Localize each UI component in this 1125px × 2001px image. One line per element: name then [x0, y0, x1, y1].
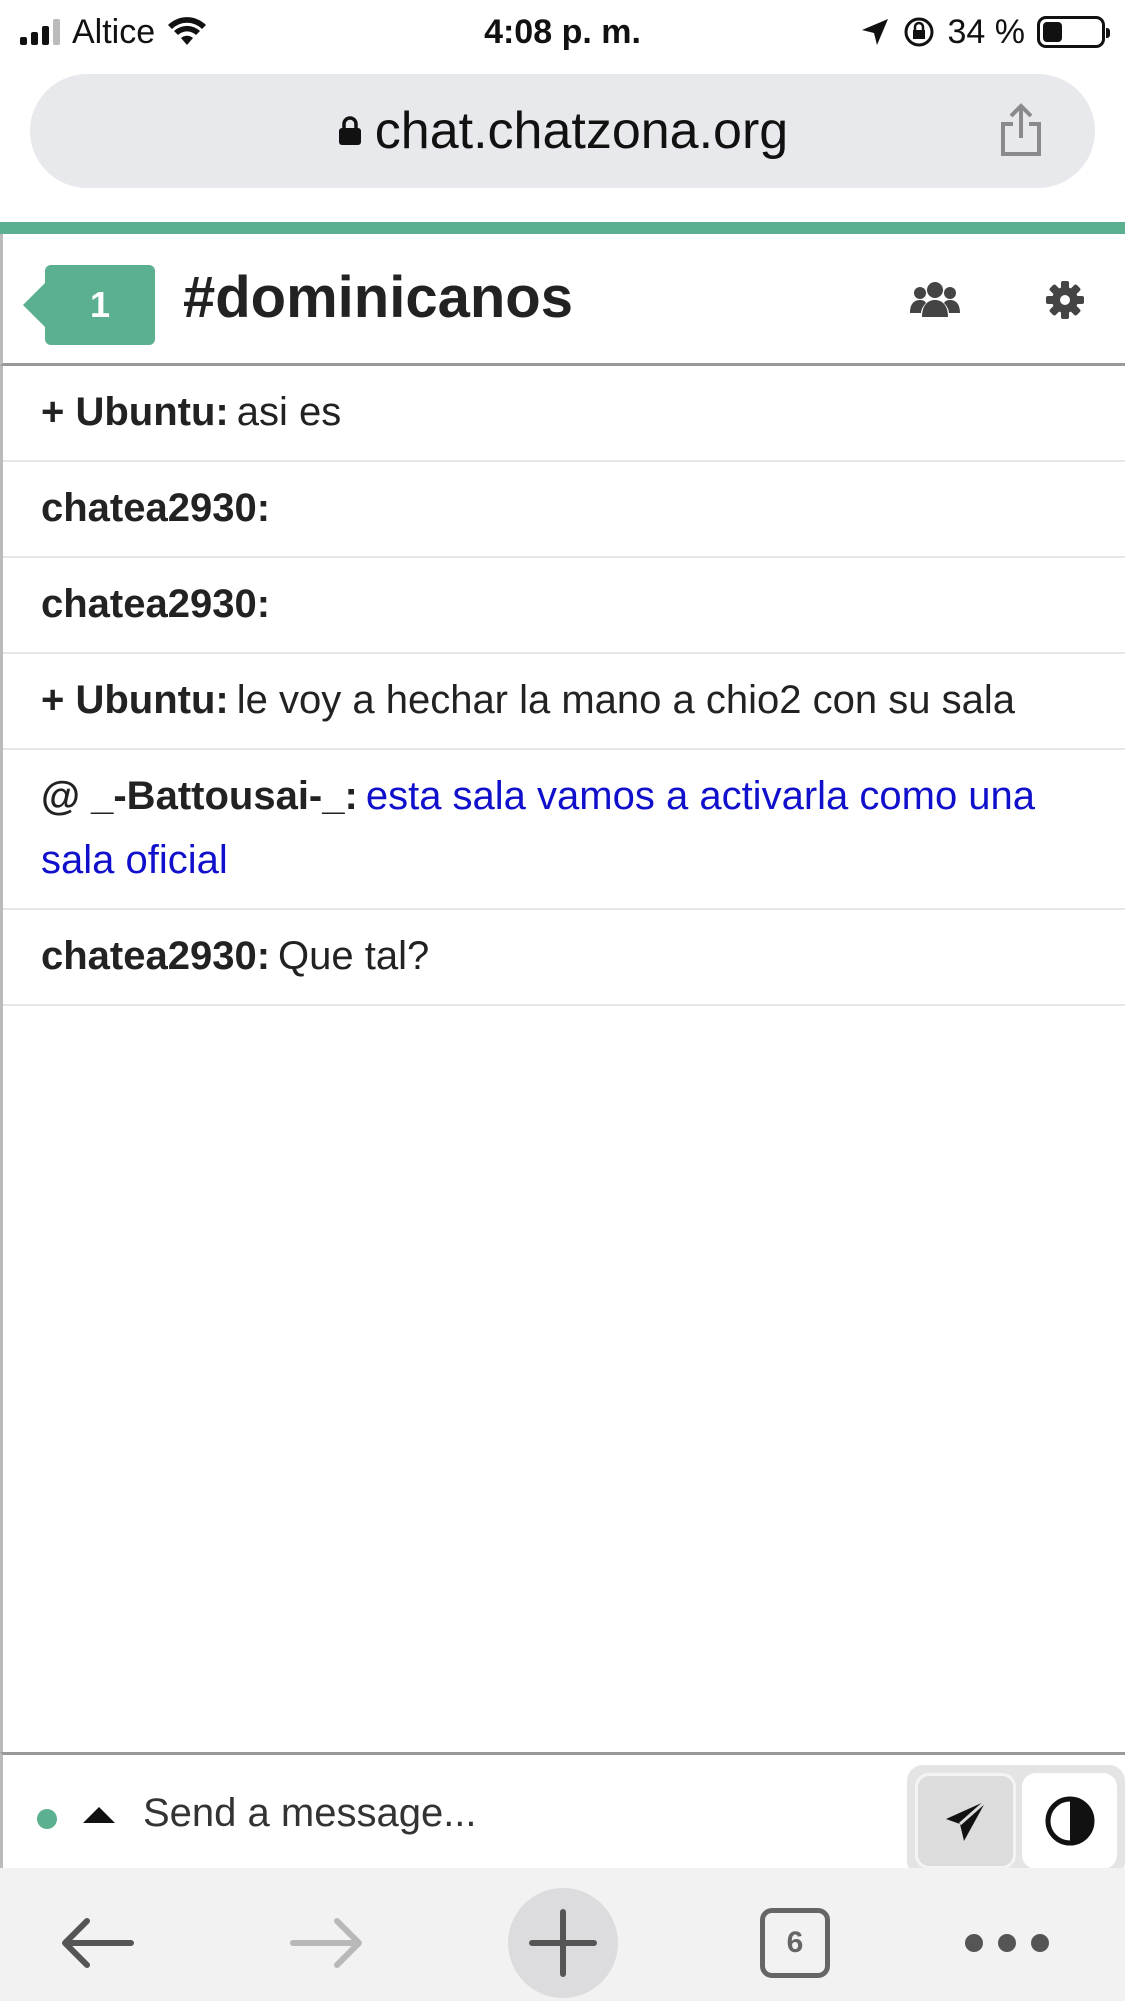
forward-button[interactable]: [272, 1888, 382, 1998]
browser-toolbar: 6: [0, 1868, 1125, 2001]
message-input[interactable]: [143, 1777, 883, 1849]
chat-message: + Ubuntu: le voy a hechar la mano a chio2…: [3, 654, 1125, 750]
caret-up-icon[interactable]: [83, 1807, 115, 1823]
status-right: 34 %: [860, 12, 1110, 52]
message-text: le voy a hechar la mano a chio2 con su s…: [236, 678, 1015, 722]
battery-percent: 34 %: [947, 12, 1026, 51]
message-text: asi es: [236, 390, 342, 434]
page: Altice 4:08 p. m. 34 % chat.chatzona.org…: [0, 0, 1125, 2001]
contrast-icon: [1045, 1796, 1094, 1846]
app-accent-line: [0, 222, 1125, 234]
message-text: Que tal?: [278, 934, 430, 978]
message-nick[interactable]: chatea2930:: [41, 582, 270, 626]
message-input-bar: [0, 1752, 1125, 1877]
message-list[interactable]: + Ubuntu: asi es chatea2930: chatea2930: + U…: [0, 366, 1125, 1752]
status-left: Altice: [20, 13, 207, 52]
url-text: chat.chatzona.org: [374, 102, 789, 160]
theme-toggle-button[interactable]: [1022, 1773, 1117, 1869]
back-arrow-icon: [62, 1918, 134, 1968]
chat-message: chatea2930: Que tal?: [3, 910, 1125, 1006]
forward-arrow-icon: [290, 1918, 362, 1968]
new-tab-button[interactable]: [508, 1888, 618, 1998]
signal-icon: [20, 19, 60, 45]
message-nick[interactable]: chatea2930:: [41, 934, 270, 978]
chat-message: @ _-Battousai-_: esta sala vamos a activa…: [3, 750, 1125, 910]
plus-icon: [529, 1909, 597, 1977]
message-nick[interactable]: chatea2930:: [41, 486, 270, 530]
users-icon[interactable]: [907, 272, 963, 328]
chat-header: 1 #dominicanos: [0, 234, 1125, 366]
message-nick[interactable]: @ _-Battousai-_:: [41, 774, 358, 818]
battery-fill: [1043, 22, 1063, 42]
share-icon[interactable]: [991, 100, 1051, 160]
tab-count: 6: [760, 1908, 830, 1978]
message-nick[interactable]: + Ubuntu:: [41, 678, 229, 722]
send-icon: [945, 1799, 987, 1841]
gear-icon[interactable]: [1037, 272, 1093, 328]
channel-switch-badge[interactable]: 1: [23, 265, 155, 345]
rotation-lock-icon: [904, 17, 933, 47]
more-button[interactable]: [952, 1888, 1062, 1998]
tabs-button[interactable]: 6: [740, 1888, 850, 1998]
input-buttons: [907, 1765, 1125, 1877]
wifi-icon: [168, 17, 207, 45]
chat-message: + Ubuntu: asi es: [3, 366, 1125, 462]
message-nick[interactable]: + Ubuntu:: [41, 390, 229, 434]
chat-message: chatea2930:: [3, 558, 1125, 654]
url-bar[interactable]: chat.chatzona.org: [30, 74, 1095, 188]
connection-status-dot: [37, 1809, 57, 1829]
channel-title: #dominicanos: [183, 265, 573, 330]
back-button[interactable]: [42, 1888, 152, 1998]
chat-message: chatea2930:: [3, 462, 1125, 558]
status-bar: Altice 4:08 p. m. 34 %: [0, 0, 1125, 64]
send-button[interactable]: [915, 1773, 1016, 1869]
carrier-name: Altice: [72, 12, 156, 51]
battery-icon: [1037, 16, 1110, 48]
location-icon: [861, 19, 888, 45]
lock-icon: [337, 115, 363, 147]
more-dots-icon: [965, 1934, 1049, 1952]
